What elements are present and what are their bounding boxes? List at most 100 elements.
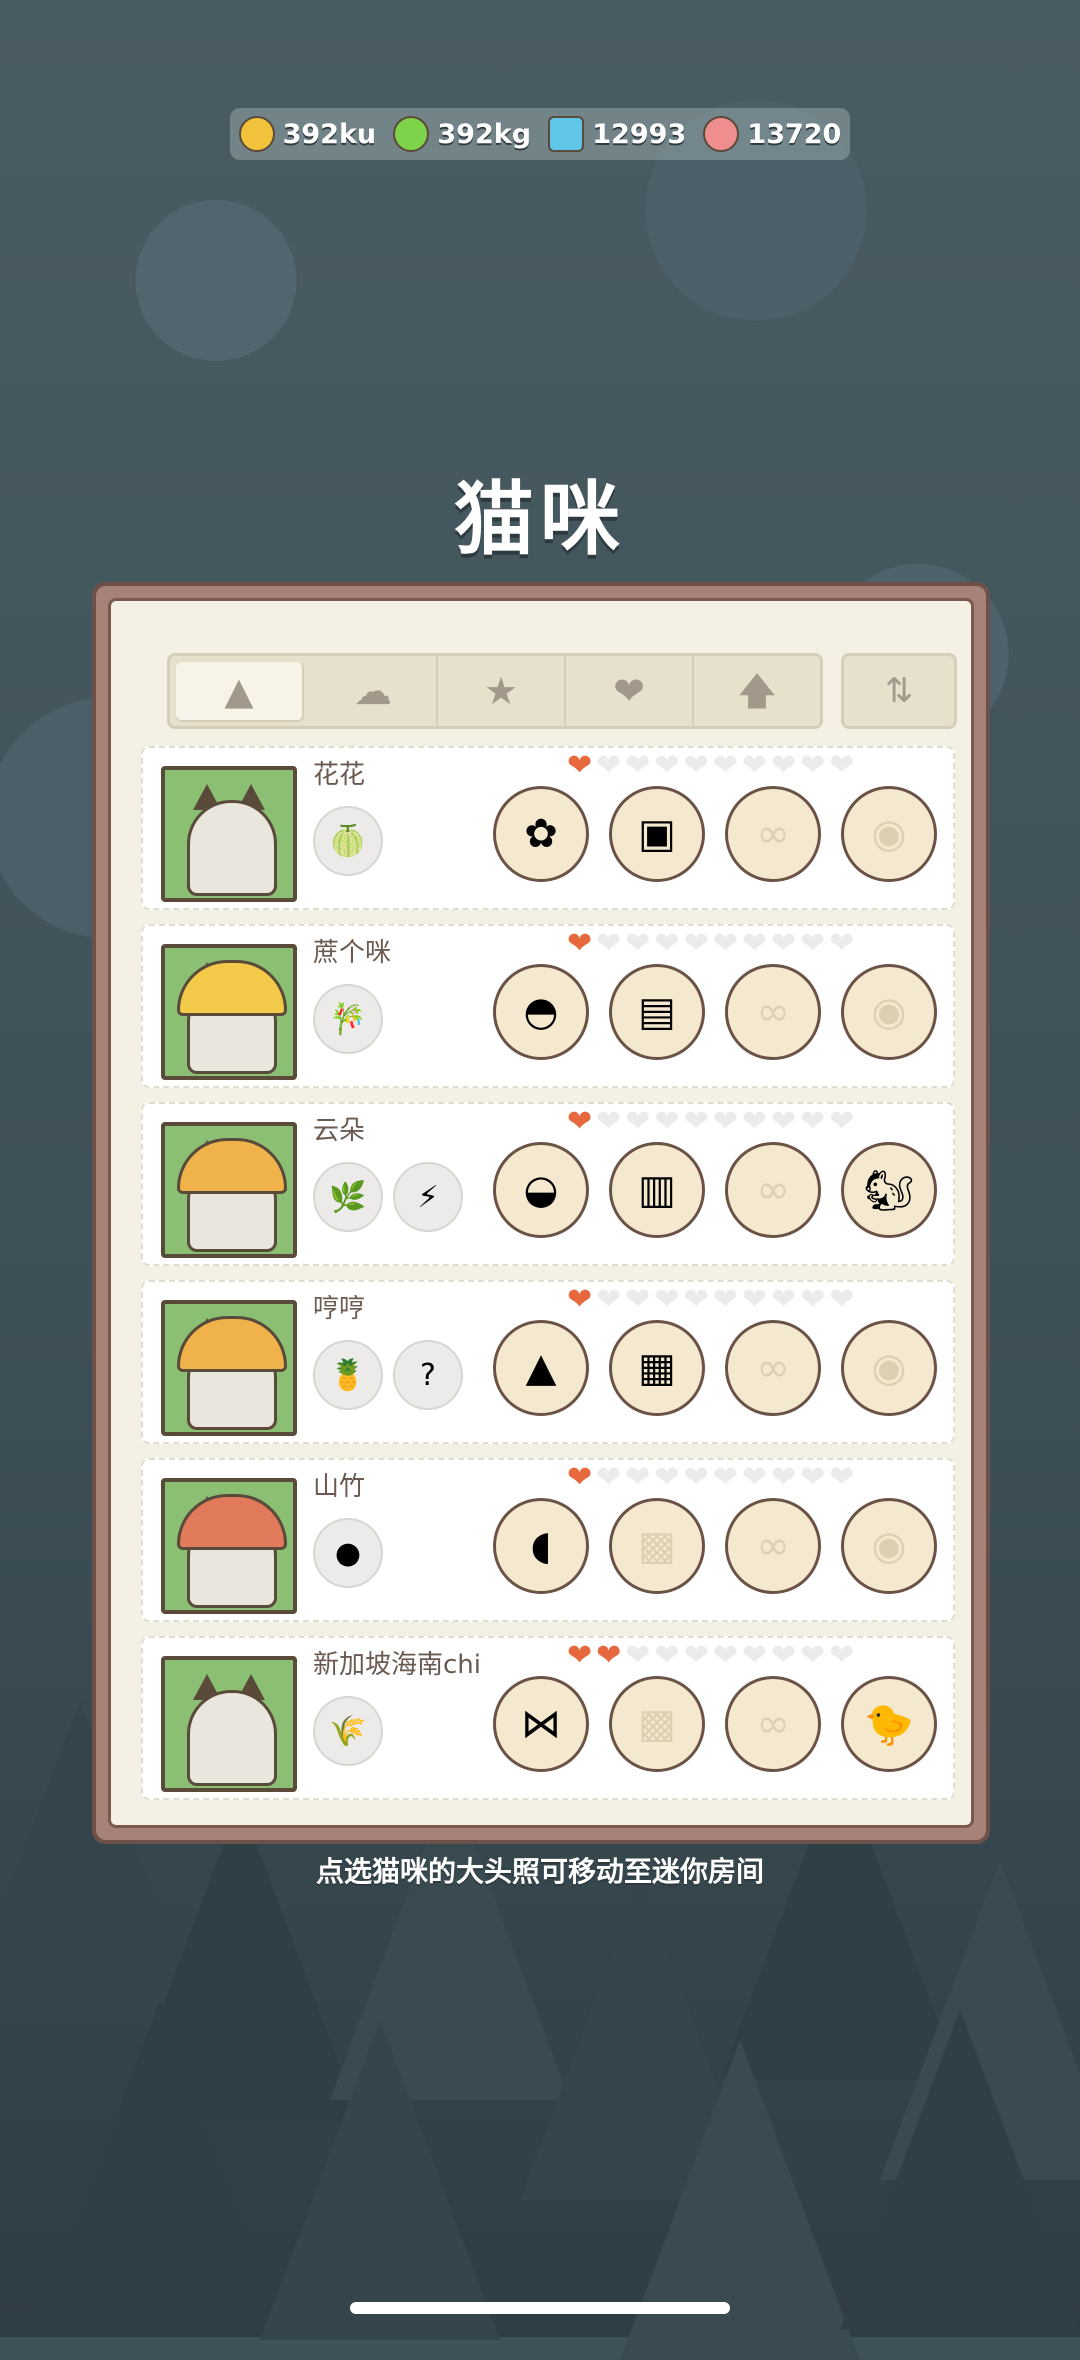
heart-icon: ❤ — [654, 1104, 680, 1139]
pet-empty-icon[interactable]: ◉ — [841, 964, 937, 1060]
glasses-empty-icon[interactable]: ∞ — [725, 1142, 821, 1238]
heart-icon: ❤ — [625, 1282, 651, 1317]
tab-chef[interactable]: ☁ — [310, 656, 438, 726]
heart-icon: ❤ — [596, 1638, 622, 1673]
mangosteen-icon[interactable]: ● — [313, 1518, 383, 1588]
vest-icon[interactable]: ▣ — [609, 786, 705, 882]
currency-energy[interactable]: 392kg — [393, 116, 531, 152]
cat-panel: ▲ ☁ ★ ❤ 🡅 ⇅ 花花 ❤ ❤ ❤ ❤ ❤ ❤ ❤ ❤ ❤ ❤ 🍈 ✿ ▣ ∞ ◉ 蔗个咪 ❤ ❤ ❤ ❤ ❤ ❤ ❤ ❤… — [92, 582, 990, 1844]
cat-name: 云朵 — [313, 1116, 366, 1146]
currency-value: 13720 — [747, 118, 842, 150]
squirrel-icon[interactable]: 🐿 — [841, 1142, 937, 1238]
cat-avatar[interactable] — [161, 1656, 297, 1792]
heart-icon: ❤ — [596, 1282, 622, 1317]
cat-name: 哼哼 — [313, 1294, 366, 1324]
cat-name: 蔗个咪 — [313, 938, 392, 968]
heart-icon: ❤ — [712, 1460, 738, 1495]
mystery-icon[interactable]: ? — [393, 1340, 463, 1410]
heart-icon: ❤ — [596, 748, 622, 783]
fish-shirt-icon[interactable]: ▤ — [609, 964, 705, 1060]
heart-icon: ❤ — [683, 1638, 709, 1673]
heart-icon: ❤ — [741, 926, 767, 961]
currency-bar: 392ku 392kg 12993 13720 — [230, 108, 850, 160]
bird-icon[interactable]: 🐤 — [841, 1676, 937, 1772]
sun-hat-icon[interactable]: ◒ — [493, 1142, 589, 1238]
cat-avatar[interactable] — [161, 1300, 297, 1436]
home-indicator[interactable] — [350, 2302, 730, 2314]
straw-hat-icon[interactable]: ▲ — [493, 1320, 589, 1416]
hood-icon[interactable]: ◖ — [493, 1498, 589, 1594]
sugarcane-icon[interactable]: 🎋 — [313, 984, 383, 1054]
heart-icon: ❤ — [712, 748, 738, 783]
cat-name: 花花 — [313, 760, 366, 790]
tab-star[interactable]: ★ — [438, 656, 566, 726]
cat-avatar[interactable] — [161, 1478, 297, 1614]
tab-arrow-up[interactable]: 🡅 — [694, 656, 820, 726]
glasses-empty-icon[interactable]: ∞ — [725, 786, 821, 882]
heart-icon: ❤ — [567, 748, 593, 783]
cat-list[interactable]: 花花 ❤ ❤ ❤ ❤ ❤ ❤ ❤ ❤ ❤ ❤ 🍈 ✿ ▣ ∞ ◉ 蔗个咪 ❤ ❤ ❤ ❤ ❤ ❤ ❤ ❤ ❤ ❤ 🎋 ◓ ▤ ∞ ◉ 云朵 ❤ ❤ ❤… — [141, 746, 961, 1806]
heart-icon: ❤ — [770, 748, 797, 783]
glasses-empty-icon[interactable]: ∞ — [725, 1676, 821, 1772]
cap-icon[interactable]: ◓ — [493, 964, 589, 1060]
shirt-empty-icon[interactable]: ▩ — [609, 1498, 705, 1594]
heart-icon: ❤ — [625, 1104, 651, 1139]
herb-icon[interactable]: 🌿 — [313, 1162, 383, 1232]
heart-icon: ❤ — [683, 1282, 709, 1317]
heart-icon: ❤ — [712, 1638, 738, 1673]
heart-icon: ❤ — [712, 1104, 738, 1139]
heart-icon: ❤ — [712, 926, 738, 961]
heart-icon: ❤ — [567, 1460, 593, 1495]
heart-icon: ❤ — [654, 1460, 680, 1495]
heart-icon: ❤ — [770, 1460, 797, 1495]
heart-icon: ❤ — [800, 1460, 826, 1495]
tree-decoration — [260, 2020, 500, 2340]
cat-avatar[interactable] — [161, 1122, 297, 1258]
tab-cat[interactable]: ▲ — [176, 662, 304, 720]
currency-gem[interactable]: 12993 — [548, 116, 686, 152]
glasses-empty-icon[interactable]: ∞ — [725, 964, 821, 1060]
currency-candy[interactable]: 13720 — [703, 116, 841, 152]
page-title: 猫咪 — [454, 473, 626, 566]
pineapple-icon[interactable]: 🍍 — [313, 1340, 383, 1410]
heart-icon: ❤ — [625, 1638, 651, 1673]
affection-hearts: ❤ ❤ ❤ ❤ ❤ ❤ ❤ ❤ ❤ ❤ — [567, 1104, 854, 1140]
glasses-empty-icon[interactable]: ∞ — [725, 1320, 821, 1416]
cat-panel-inner: ▲ ☁ ★ ❤ 🡅 ⇅ 花花 ❤ ❤ ❤ ❤ ❤ ❤ ❤ ❤ ❤ ❤ 🍈 ✿ ▣ ∞ ◉ 蔗个咪 ❤ ❤ ❤ ❤ ❤ ❤ ❤ ❤… — [108, 598, 974, 1828]
cat-row: 花花 ❤ ❤ ❤ ❤ ❤ ❤ ❤ ❤ ❤ ❤ 🍈 ✿ ▣ ∞ ◉ — [141, 746, 955, 910]
pet-empty-icon[interactable]: ◉ — [841, 1320, 937, 1416]
heart-icon: ❤ — [596, 1460, 622, 1495]
heart-icon: ❤ — [654, 1638, 680, 1673]
cat-avatar[interactable] — [161, 944, 297, 1080]
cat-icon: ▲ — [224, 669, 254, 713]
heart-icon: ❤ — [596, 1104, 622, 1139]
shirt-empty-icon[interactable]: ▩ — [609, 1676, 705, 1772]
tab-heart[interactable]: ❤ — [566, 656, 694, 726]
flower-icon[interactable]: ✿ — [493, 786, 589, 882]
sort-button[interactable]: ⇅ — [841, 653, 957, 729]
pet-empty-icon[interactable]: ◉ — [841, 1498, 937, 1594]
bow-icon[interactable]: ⋈ — [493, 1676, 589, 1772]
heart-icon: ❤ — [625, 1460, 651, 1495]
glasses-empty-icon[interactable]: ∞ — [725, 1498, 821, 1594]
cat-row: 蔗个咪 ❤ ❤ ❤ ❤ ❤ ❤ ❤ ❤ ❤ ❤ 🎋 ◓ ▤ ∞ ◉ — [141, 924, 955, 1088]
affection-hearts: ❤ ❤ ❤ ❤ ❤ ❤ ❤ ❤ ❤ ❤ — [567, 748, 854, 784]
affection-hearts: ❤ ❤ ❤ ❤ ❤ ❤ ❤ ❤ ❤ ❤ — [567, 1638, 854, 1674]
currency-value: 12993 — [592, 118, 687, 150]
coin-icon — [238, 116, 275, 152]
affection-hearts: ❤ ❤ ❤ ❤ ❤ ❤ ❤ ❤ ❤ ❤ — [567, 926, 854, 962]
hint-text: 点选猫咪的大头照可移动至迷你房间 — [315, 1855, 764, 1888]
cat-avatar[interactable] — [161, 766, 297, 902]
pet-empty-icon[interactable]: ◉ — [841, 786, 937, 882]
top-icon[interactable]: ▥ — [609, 1142, 705, 1238]
currency-coin[interactable]: 392ku — [238, 116, 377, 152]
wheat-icon[interactable]: 🌾 — [313, 1696, 383, 1766]
papaya-icon[interactable]: 🍈 — [313, 806, 383, 876]
heart-icon: ❤ — [770, 1282, 797, 1317]
jacket-icon[interactable]: ▦ — [609, 1320, 705, 1416]
heart-icon: ❤ — [741, 1282, 767, 1317]
currency-value: 392ku — [282, 118, 377, 150]
cat-row: 新加坡海南chi ❤ ❤ ❤ ❤ ❤ ❤ ❤ ❤ ❤ ❤ 🌾 ⋈ ▩ ∞ 🐤 — [141, 1636, 955, 1800]
energy-icon[interactable]: ⚡ — [393, 1162, 463, 1232]
heart-icon: ❤ — [683, 1460, 709, 1495]
